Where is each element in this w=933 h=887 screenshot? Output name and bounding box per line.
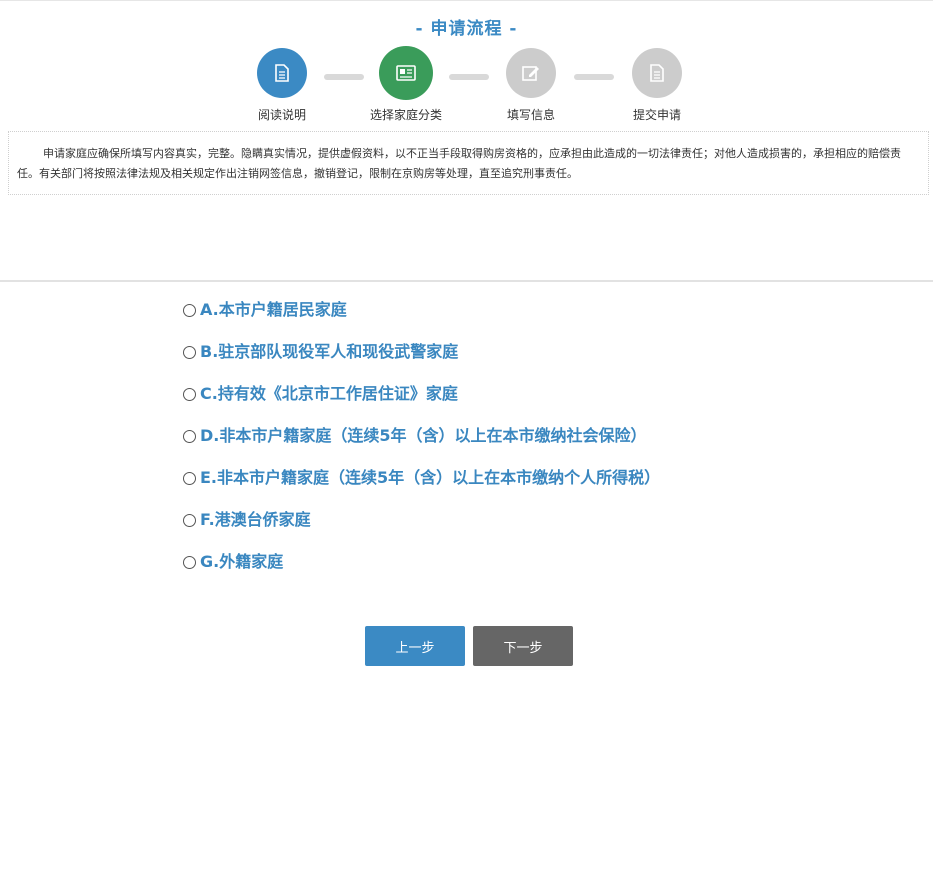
option-f[interactable]: F.港澳台侨家庭 xyxy=(183,508,783,550)
option-b[interactable]: B.驻京部队现役军人和现役武警家庭 xyxy=(183,340,783,382)
step-select-category: 选择家庭分类 xyxy=(346,46,466,123)
option-c[interactable]: C.持有效《北京市工作居住证》家庭 xyxy=(183,382,783,424)
option-g[interactable]: G.外籍家庭 xyxy=(183,550,783,592)
document-icon xyxy=(649,64,665,82)
progress-steps: 阅读说明 选择家庭分类 填写信息 提交申请 xyxy=(0,46,933,128)
page-title: - 申请流程 - xyxy=(415,19,518,39)
step-label: 选择家庭分类 xyxy=(369,108,442,122)
step-submit: 提交申请 xyxy=(597,48,717,123)
radio-button[interactable] xyxy=(183,304,196,317)
next-step-button[interactable]: 下一步 xyxy=(473,626,573,666)
section-divider xyxy=(0,280,933,282)
step-circle xyxy=(257,48,307,98)
edit-icon xyxy=(522,64,540,82)
step-circle xyxy=(379,46,433,100)
radio-button[interactable] xyxy=(183,514,196,527)
legal-notice: 申请家庭应确保所填写内容真实，完整。隐瞒真实情况，提供虚假资料，以不正当手段取得… xyxy=(8,131,929,195)
radio-button[interactable] xyxy=(183,472,196,485)
document-icon xyxy=(274,64,290,82)
radio-button[interactable] xyxy=(183,388,196,401)
step-label: 阅读说明 xyxy=(257,108,306,122)
step-circle xyxy=(632,48,682,98)
option-label[interactable]: E.非本市户籍家庭（连续5年（含）以上在本市缴纳个人所得税） xyxy=(200,466,660,490)
option-d[interactable]: D.非本市户籍家庭（连续5年（含）以上在本市缴纳社会保险） xyxy=(183,424,783,466)
step-label: 填写信息 xyxy=(506,108,555,122)
step-read-instructions: 阅读说明 xyxy=(222,48,342,123)
option-label[interactable]: F.港澳台侨家庭 xyxy=(200,508,311,532)
option-label[interactable]: C.持有效《北京市工作居住证》家庭 xyxy=(200,382,458,406)
step-label: 提交申请 xyxy=(632,108,681,122)
step-fill-info: 填写信息 xyxy=(471,48,591,123)
option-a[interactable]: A.本市户籍居民家庭 xyxy=(183,298,783,340)
option-e[interactable]: E.非本市户籍家庭（连续5年（含）以上在本市缴纳个人所得税） xyxy=(183,466,783,508)
top-divider xyxy=(0,0,933,1)
previous-step-button[interactable]: 上一步 xyxy=(365,626,465,666)
option-label[interactable]: A.本市户籍居民家庭 xyxy=(200,298,347,322)
household-category-options: A.本市户籍居民家庭 B.驻京部队现役军人和现役武警家庭 C.持有效《北京市工作… xyxy=(183,298,783,592)
radio-button[interactable] xyxy=(183,430,196,443)
option-label[interactable]: G.外籍家庭 xyxy=(200,550,283,574)
id-card-icon xyxy=(396,65,416,81)
option-label[interactable]: D.非本市户籍家庭（连续5年（含）以上在本市缴纳社会保险） xyxy=(200,424,647,448)
step-circle xyxy=(506,48,556,98)
radio-button[interactable] xyxy=(183,556,196,569)
radio-button[interactable] xyxy=(183,346,196,359)
option-label[interactable]: B.驻京部队现役军人和现役武警家庭 xyxy=(200,340,458,364)
